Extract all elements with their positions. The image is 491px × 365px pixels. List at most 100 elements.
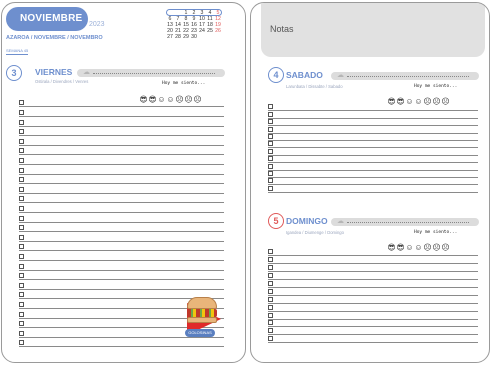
todo-line[interactable] xyxy=(268,328,478,336)
todo-checkbox[interactable] xyxy=(19,311,24,317)
todo-line[interactable] xyxy=(268,126,478,134)
todo-line[interactable] xyxy=(19,263,224,271)
todo-line[interactable] xyxy=(268,320,478,328)
todo-checkbox[interactable] xyxy=(268,249,273,255)
todo-line[interactable] xyxy=(19,205,224,213)
todo-line[interactable] xyxy=(268,148,478,156)
todo-line[interactable] xyxy=(268,280,478,288)
notes-box[interactable] xyxy=(261,3,485,57)
todo-checkbox[interactable] xyxy=(19,100,24,106)
todo-line[interactable] xyxy=(19,109,224,117)
todo-checkbox[interactable] xyxy=(19,196,24,202)
todo-line[interactable] xyxy=(268,336,478,344)
todo-checkbox[interactable] xyxy=(268,126,273,132)
todo-line[interactable] xyxy=(268,185,478,193)
todo-checkbox[interactable] xyxy=(19,253,24,259)
todo-checkbox[interactable] xyxy=(19,205,24,211)
todo-checkbox[interactable] xyxy=(268,185,273,191)
todo-checkbox[interactable] xyxy=(268,336,273,342)
todo-line[interactable] xyxy=(19,157,224,165)
todo-line[interactable] xyxy=(19,253,224,261)
todo-checkbox[interactable] xyxy=(19,177,24,183)
todo-line[interactable] xyxy=(19,167,224,175)
todo-checkbox[interactable] xyxy=(268,288,273,294)
todo-checkbox[interactable] xyxy=(268,273,273,279)
todo-checkbox[interactable] xyxy=(19,215,24,221)
todo-checkbox[interactable] xyxy=(268,148,273,154)
todo-checkbox[interactable] xyxy=(19,301,24,307)
todo-line[interactable] xyxy=(19,273,224,281)
todo-line[interactable] xyxy=(268,170,478,178)
todo-line[interactable] xyxy=(19,234,224,242)
todo-line[interactable] xyxy=(268,156,478,164)
todo-checkbox[interactable] xyxy=(268,280,273,286)
todo-checkbox[interactable] xyxy=(19,157,24,163)
todo-checkbox[interactable] xyxy=(19,225,24,231)
todo-line[interactable] xyxy=(268,119,478,127)
todo-line[interactable] xyxy=(268,257,478,265)
todo-line[interactable] xyxy=(19,225,224,233)
todo-line[interactable] xyxy=(268,141,478,149)
todo-checkbox[interactable] xyxy=(19,263,24,269)
todo-checkbox[interactable] xyxy=(268,178,273,184)
todo-checkbox[interactable] xyxy=(19,109,24,115)
todo-checkbox[interactable] xyxy=(268,296,273,302)
weather-write-line[interactable] xyxy=(347,76,469,77)
todo-checkbox[interactable] xyxy=(268,104,273,110)
todo-line[interactable] xyxy=(268,265,478,273)
todo-checkbox[interactable] xyxy=(19,138,24,144)
todo-line[interactable] xyxy=(268,163,478,171)
todo-line[interactable] xyxy=(268,249,478,257)
todo-checkbox[interactable] xyxy=(19,148,24,154)
todo-checkbox[interactable] xyxy=(19,186,24,192)
todo-line[interactable] xyxy=(19,282,224,290)
todo-checkbox[interactable] xyxy=(19,292,24,298)
todo-checkbox[interactable] xyxy=(268,265,273,271)
todo-checkbox[interactable] xyxy=(268,163,273,169)
todo-line[interactable] xyxy=(268,304,478,312)
todo-checkbox[interactable] xyxy=(19,282,24,288)
todo-line[interactable] xyxy=(268,178,478,186)
todo-line[interactable] xyxy=(19,148,224,156)
todo-checkbox[interactable] xyxy=(19,330,24,336)
weather-write-line[interactable] xyxy=(347,222,469,223)
todo-checkbox[interactable] xyxy=(19,129,24,135)
todo-line[interactable] xyxy=(268,273,478,281)
todo-checkbox[interactable] xyxy=(268,133,273,139)
todo-line[interactable] xyxy=(268,296,478,304)
todo-checkbox[interactable] xyxy=(19,244,24,250)
todo-line[interactable] xyxy=(19,340,224,348)
todo-checkbox[interactable] xyxy=(19,234,24,240)
todo-checkbox[interactable] xyxy=(268,312,273,318)
todo-line[interactable] xyxy=(268,288,478,296)
todo-checkbox[interactable] xyxy=(268,141,273,147)
todo-checkbox[interactable] xyxy=(268,320,273,326)
todo-checkbox[interactable] xyxy=(19,273,24,279)
todo-line[interactable] xyxy=(19,119,224,127)
todo-checkbox[interactable] xyxy=(268,111,273,117)
todo-line[interactable] xyxy=(19,138,224,146)
todo-checkbox[interactable] xyxy=(268,119,273,125)
todo-line[interactable] xyxy=(19,215,224,223)
todo-line[interactable] xyxy=(19,196,224,204)
todo-line[interactable] xyxy=(19,177,224,185)
todo-checkbox[interactable] xyxy=(268,304,273,310)
todo-checkbox[interactable] xyxy=(19,340,24,346)
todo-checkbox[interactable] xyxy=(268,328,273,334)
todo-line[interactable] xyxy=(19,129,224,137)
todo-checkbox[interactable] xyxy=(19,167,24,173)
sticker-label: GOLOSINAS xyxy=(185,329,215,337)
todo-line[interactable] xyxy=(268,111,478,119)
todo-line[interactable] xyxy=(19,100,224,108)
todo-line[interactable] xyxy=(268,133,478,141)
weather-write-line[interactable] xyxy=(93,73,215,74)
todo-line[interactable] xyxy=(268,104,478,112)
todo-line[interactable] xyxy=(19,244,224,252)
todo-checkbox[interactable] xyxy=(19,321,24,327)
todo-checkbox[interactable] xyxy=(268,257,273,263)
todo-checkbox[interactable] xyxy=(19,119,24,125)
todo-checkbox[interactable] xyxy=(268,156,273,162)
todo-line[interactable] xyxy=(268,312,478,320)
todo-checkbox[interactable] xyxy=(268,170,273,176)
todo-line[interactable] xyxy=(19,186,224,194)
